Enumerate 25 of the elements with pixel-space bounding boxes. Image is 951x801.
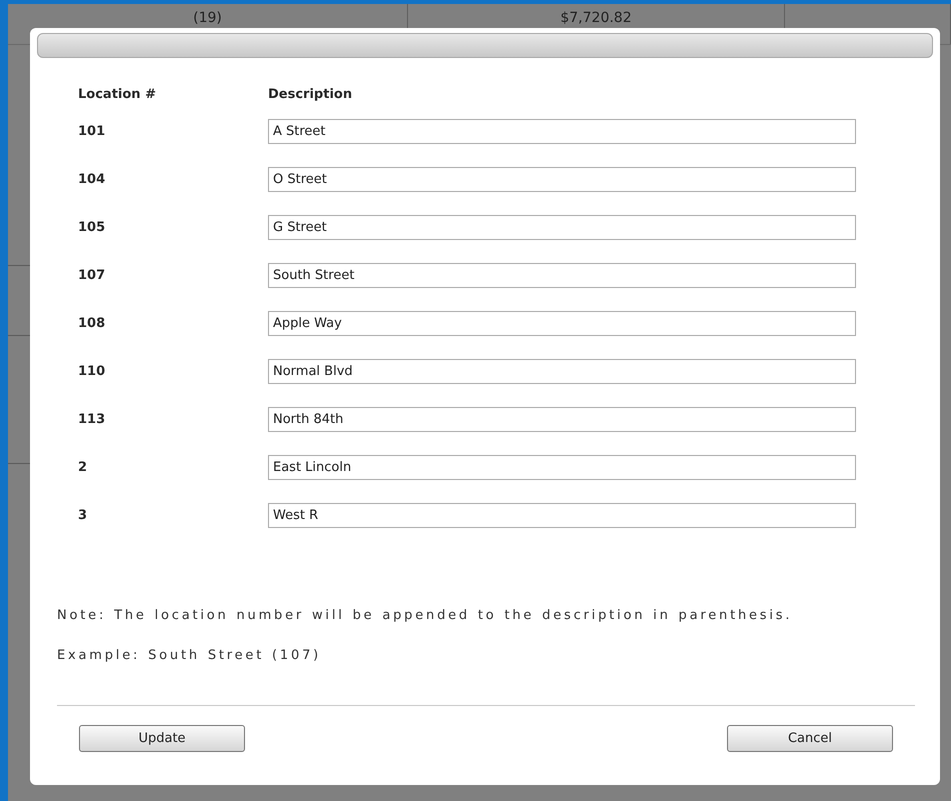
location-number: 2 bbox=[78, 460, 88, 475]
table-cell-text: (19) bbox=[193, 10, 222, 28]
description-field[interactable]: Normal Blvd bbox=[268, 359, 856, 384]
description-field[interactable]: O Street bbox=[268, 167, 856, 192]
location-number: 3 bbox=[78, 508, 88, 523]
column-header: Location # bbox=[78, 87, 157, 102]
description-field[interactable]: Apple Way bbox=[268, 311, 856, 336]
location-number: 101 bbox=[78, 124, 106, 139]
table-cell-text: $7,720.82 bbox=[560, 10, 632, 28]
location-number: 107 bbox=[78, 268, 106, 283]
description-field[interactable]: East Lincoln bbox=[268, 455, 856, 480]
cancel-button[interactable]: Cancel bbox=[727, 725, 893, 752]
description-field[interactable]: G Street bbox=[268, 215, 856, 240]
location-number: 110 bbox=[78, 364, 106, 379]
location-number: 104 bbox=[78, 172, 106, 187]
description-field[interactable]: West R bbox=[268, 503, 856, 528]
location-number: 113 bbox=[78, 412, 106, 427]
update-button[interactable]: Update bbox=[79, 725, 245, 752]
location-number: 105 bbox=[78, 220, 106, 235]
column-header: Description bbox=[268, 87, 354, 102]
description-field[interactable]: A Street bbox=[268, 119, 856, 144]
description-field[interactable]: North 84th bbox=[268, 407, 856, 432]
note-text: Note: The location number will be appended to the description in parenthesis. Example: South Street (107) bbox=[57, 607, 794, 665]
location-number: 108 bbox=[78, 316, 106, 331]
description-field[interactable]: South Street bbox=[268, 263, 856, 288]
